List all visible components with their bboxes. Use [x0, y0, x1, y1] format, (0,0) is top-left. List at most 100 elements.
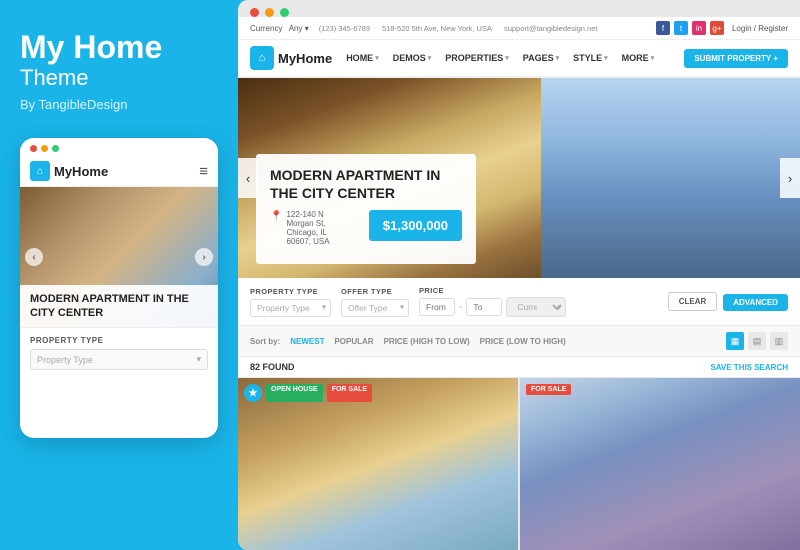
currency-value: Any ▾	[289, 24, 309, 33]
mobile-hamburger-icon[interactable]: ≡	[199, 163, 208, 180]
found-bar: 82 FOUND SAVE THIS SEARCH	[238, 357, 800, 378]
brand-subtitle: Theme	[20, 65, 218, 91]
left-panel: My Home Theme By TangibleDesign ⌂ MyHome…	[0, 0, 238, 550]
pin-icon: 📍	[270, 211, 282, 222]
for-sale-badge-1: FOR SALE	[327, 384, 372, 402]
nav-style[interactable]: STYLE ▾	[573, 53, 608, 63]
browser-chrome	[238, 0, 800, 17]
address-text: 122-140 N Morgan St, Chicago, IL 60607, …	[286, 210, 350, 246]
contact-info: (123) 345-6789 518-520 5th Ave, New York…	[319, 24, 598, 33]
found-count: 82 FOUND	[250, 362, 295, 372]
property-card-1-image	[238, 378, 518, 550]
sort-popular[interactable]: POPULAR	[334, 337, 373, 346]
googleplus-icon[interactable]: g+	[710, 21, 724, 35]
mobile-property-type-section: PROPERTY TYPE Property Type ▾	[20, 327, 218, 378]
mobile-dot-red	[30, 145, 37, 152]
property-type-select-wrap: Property Type	[250, 298, 331, 317]
browser-dot-green	[280, 8, 289, 17]
featured-star-icon: ★	[244, 384, 262, 402]
price-row: - Currency	[419, 297, 566, 317]
open-house-badge: OPEN HOUSE	[266, 384, 323, 402]
style-caret: ▾	[604, 54, 608, 62]
phone-number: (123) 345-6789	[319, 24, 370, 33]
hero-property-card: MODERN APARTMENT IN THE CITY CENTER 📍 12…	[256, 154, 476, 264]
property-card-2[interactable]: FOR SALE	[520, 378, 800, 550]
office-address: 518-520 5th Ave, New York, USA	[382, 24, 492, 33]
mobile-prev-arrow[interactable]: ‹	[25, 248, 43, 266]
mobile-mockup: ⌂ MyHome ≡ ‹ › MODERN APARTMENT IN THE C…	[20, 138, 218, 438]
hero-next-arrow[interactable]: ›	[780, 158, 800, 198]
site-logo: ⌂ MyHome	[250, 46, 332, 70]
mobile-top-bar	[20, 138, 218, 156]
sort-price-high[interactable]: PRICE (HIGH TO LOW)	[384, 337, 470, 346]
save-search-link[interactable]: SAVE THIS SEARCH	[710, 363, 788, 372]
mobile-property-type-placeholder: Property Type	[37, 355, 93, 365]
advanced-button[interactable]: ADVANCED	[723, 294, 788, 311]
home-caret: ▾	[375, 54, 379, 62]
currency-select-field[interactable]: Currency	[506, 297, 566, 317]
list-view-icon[interactable]: ▤	[748, 332, 766, 350]
site-logo-text: MyHome	[278, 51, 332, 66]
mobile-logo-icon: ⌂	[30, 161, 50, 181]
hero-property-title: MODERN APARTMENT IN THE CITY CENTER	[270, 166, 462, 202]
for-sale-badge-2: FOR SALE	[526, 384, 571, 395]
twitter-icon[interactable]: t	[674, 21, 688, 35]
currency-select[interactable]: Currency Any ▾	[250, 24, 309, 33]
sort-price-low[interactable]: PRICE (LOW TO HIGH)	[480, 337, 566, 346]
price-dash: -	[459, 302, 462, 313]
mobile-next-arrow[interactable]: ›	[195, 248, 213, 266]
price-from-input[interactable]	[419, 298, 455, 316]
sort-newest[interactable]: NEWEST	[290, 337, 324, 346]
mobile-dot-green	[52, 145, 59, 152]
hero-property-address: 📍 122-140 N Morgan St, Chicago, IL 60607…	[270, 210, 462, 246]
view-icons: ▦ ▤ ▥	[726, 332, 788, 350]
map-view-icon[interactable]: ▥	[770, 332, 788, 350]
mobile-dots	[30, 145, 59, 152]
nav-more[interactable]: MORE ▾	[622, 53, 655, 63]
nav-home[interactable]: HOME ▾	[346, 53, 379, 63]
brand-by: By TangibleDesign	[20, 97, 218, 112]
login-link[interactable]: Login / Register	[732, 24, 788, 33]
nav-properties[interactable]: PROPERTIES ▾	[445, 53, 509, 63]
social-icons: f t in g+	[656, 21, 724, 35]
grid-view-icon[interactable]: ▦	[726, 332, 744, 350]
nav-pages[interactable]: PAGES ▾	[523, 53, 559, 63]
mobile-property-type-caret: ▾	[196, 354, 201, 365]
mobile-hero-title: MODERN APARTMENT IN THE CITY CENTER	[30, 292, 208, 321]
mobile-property-type-label: PROPERTY TYPE	[30, 336, 208, 345]
mobile-hero: ‹ › MODERN APARTMENT IN THE CITY CENTER	[20, 187, 218, 327]
submit-property-button[interactable]: SUBMIT PROPERTY +	[684, 49, 788, 68]
right-panel: Currency Any ▾ (123) 345-6789 518-520 5t…	[238, 0, 800, 550]
search-bar: PROPERTY TYPE Property Type OFFER TYPE O…	[238, 278, 800, 326]
price-group: PRICE - Currency	[419, 286, 566, 317]
offer-type-select[interactable]: Offer Type	[341, 299, 409, 317]
more-caret: ▾	[651, 54, 655, 62]
hero-prev-arrow[interactable]: ‹	[238, 158, 258, 198]
offer-type-select-wrap: Offer Type	[341, 298, 409, 317]
results-sort-bar: Sort by: NEWEST POPULAR PRICE (HIGH TO L…	[238, 326, 800, 357]
property-card-2-badges: FOR SALE	[526, 384, 571, 395]
property-cards: ★ OPEN HOUSE FOR SALE FOR SALE	[238, 378, 800, 550]
mobile-property-type-select[interactable]: Property Type ▾	[30, 349, 208, 370]
site-top-bar: Currency Any ▾ (123) 345-6789 518-520 5t…	[238, 17, 800, 40]
offer-type-label: OFFER TYPE	[341, 287, 409, 296]
hero-price-button[interactable]: $1,300,000	[369, 210, 462, 241]
sort-label: Sort by:	[250, 337, 280, 346]
facebook-icon[interactable]: f	[656, 21, 670, 35]
properties-caret: ▾	[505, 54, 509, 62]
nav-items: HOME ▾ DEMOS ▾ PROPERTIES ▾ PAGES ▾ STYL…	[346, 53, 684, 63]
mobile-logo: ⌂ MyHome	[30, 161, 108, 181]
top-bar-right: f t in g+ Login / Register	[656, 21, 788, 35]
property-card-1[interactable]: ★ OPEN HOUSE FOR SALE	[238, 378, 518, 550]
brand-title: My Home	[20, 30, 218, 65]
clear-button[interactable]: CLEAR	[668, 292, 718, 311]
search-actions: CLEAR ADVANCED	[668, 292, 788, 311]
instagram-icon[interactable]: in	[692, 21, 706, 35]
nav-demos[interactable]: DEMOS ▾	[393, 53, 432, 63]
price-to-input[interactable]	[466, 298, 502, 316]
site-nav: ⌂ MyHome HOME ▾ DEMOS ▾ PROPERTIES ▾ PAG…	[238, 40, 800, 78]
property-type-select[interactable]: Property Type	[250, 299, 331, 317]
currency-label: Currency	[250, 24, 282, 33]
demos-caret: ▾	[428, 54, 432, 62]
mobile-nav: ⌂ MyHome ≡	[20, 156, 218, 187]
